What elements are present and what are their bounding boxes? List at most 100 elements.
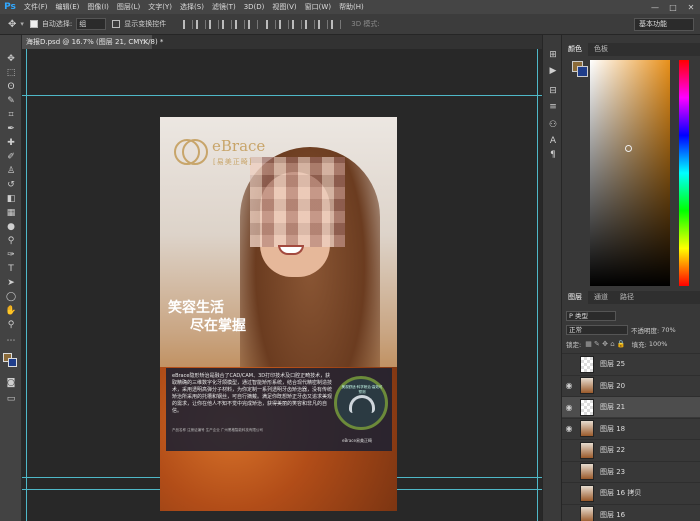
- align-top-icon[interactable]: [183, 19, 194, 29]
- show-transform-checkbox[interactable]: [112, 20, 121, 28]
- align-right-icon[interactable]: [248, 19, 259, 29]
- menu-edit[interactable]: 编辑(E): [52, 2, 84, 12]
- layer-name[interactable]: 图层 16: [600, 510, 625, 520]
- hand-tool-icon[interactable]: ✋: [5, 305, 17, 316]
- layer-name[interactable]: 图层 22: [600, 445, 625, 455]
- more-tools-icon[interactable]: ⋯: [5, 335, 17, 346]
- distribute-hcenter-icon[interactable]: [318, 19, 329, 29]
- menu-file[interactable]: 文件(F): [20, 2, 52, 12]
- layer-row[interactable]: 图层 16 拷贝: [562, 482, 700, 503]
- distribute-right-icon[interactable]: [331, 19, 342, 29]
- menu-help[interactable]: 帮助(H): [335, 2, 368, 12]
- color-picker-field[interactable]: [590, 60, 670, 286]
- character-icon[interactable]: A: [547, 135, 559, 147]
- tab-close-icon[interactable]: ×: [142, 35, 148, 49]
- fill-value[interactable]: 100%: [649, 340, 668, 348]
- hue-slider[interactable]: [679, 60, 689, 286]
- distribute-bottom-icon[interactable]: [292, 19, 303, 29]
- menu-view[interactable]: 视图(V): [268, 2, 300, 12]
- align-left-icon[interactable]: [222, 19, 233, 29]
- layer-row[interactable]: 图层 16: [562, 503, 700, 521]
- marquee-tool-icon[interactable]: ⬚: [5, 67, 17, 78]
- menu-select[interactable]: 选择(S): [176, 2, 208, 12]
- tab-paths[interactable]: 路径: [614, 291, 640, 304]
- screen-mode-icon[interactable]: ▭: [5, 393, 17, 404]
- actions-play-icon[interactable]: ▶: [547, 65, 559, 77]
- pen-tool-icon[interactable]: ✑: [5, 249, 17, 260]
- layer-name[interactable]: 图层 20: [600, 381, 625, 391]
- visibility-eye-icon[interactable]: ◉: [562, 424, 576, 433]
- align-vertical-center-icon[interactable]: [196, 19, 207, 29]
- eraser-tool-icon[interactable]: ◧: [5, 193, 17, 204]
- background-color-swatch[interactable]: [577, 66, 588, 77]
- tool-preset-dropdown-icon[interactable]: ▾: [20, 20, 24, 28]
- gradient-tool-icon[interactable]: ▦: [5, 207, 17, 218]
- layer-row[interactable]: ◉ 图层 20: [562, 374, 700, 396]
- document-tab[interactable]: 海报D.psd @ 16.7% (图层 21, CMYK/8) * ×: [22, 35, 163, 49]
- tab-layers[interactable]: 图层: [562, 291, 588, 304]
- zoom-tool-icon[interactable]: ⚲: [5, 319, 17, 330]
- menu-image[interactable]: 图像(I): [83, 2, 113, 12]
- layer-row[interactable]: 图层 23: [562, 460, 700, 482]
- align-horizontal-center-icon[interactable]: [235, 19, 246, 29]
- blur-tool-icon[interactable]: ●: [5, 221, 17, 232]
- color-picker-cursor[interactable]: [625, 145, 632, 152]
- distribute-left-icon[interactable]: [305, 19, 316, 29]
- layer-name[interactable]: 图层 18: [600, 424, 625, 434]
- quick-select-tool-icon[interactable]: ✎: [5, 95, 17, 106]
- visibility-eye-icon[interactable]: ◉: [562, 403, 576, 412]
- lock-icons[interactable]: ▦ ✎ ✥ ⌂ 🔒: [585, 340, 625, 348]
- crop-tool-icon[interactable]: ⌗: [5, 109, 17, 120]
- menu-type[interactable]: 文字(Y): [144, 2, 176, 12]
- clone-stamp-tool-icon[interactable]: ♙: [5, 165, 17, 176]
- layer-name[interactable]: 图层 25: [600, 359, 625, 369]
- close-window-button[interactable]: ✕: [682, 0, 700, 14]
- history-icon[interactable]: ⊞: [547, 49, 559, 61]
- blend-mode-select[interactable]: 正常: [566, 324, 628, 335]
- quick-mask-icon[interactable]: ◙: [5, 377, 17, 388]
- distribute-center-icon[interactable]: [279, 19, 290, 29]
- adjustments-icon[interactable]: ⊟: [547, 85, 559, 97]
- tab-channels[interactable]: 通道: [588, 291, 614, 304]
- opacity-value[interactable]: 70%: [661, 326, 675, 334]
- menu-3d[interactable]: 3D(D): [240, 3, 269, 11]
- properties-icon[interactable]: ≡: [547, 101, 559, 113]
- layer-name[interactable]: 图层 23: [600, 467, 625, 477]
- align-bottom-icon[interactable]: [209, 19, 220, 29]
- maximize-button[interactable]: □: [664, 0, 682, 14]
- layer-row[interactable]: 图层 25: [562, 353, 700, 374]
- poster-canvas[interactable]: eBrace [易美正畸] 笑容生活 尽在掌握 eBrace隐形矫治是融合了CA…: [160, 117, 397, 511]
- layer-row[interactable]: ◉ 图层 18: [562, 417, 700, 439]
- menu-layer[interactable]: 图层(L): [113, 2, 144, 12]
- workspace-dropdown[interactable]: 基本功能: [634, 18, 694, 31]
- move-tool-icon[interactable]: ✥: [8, 19, 16, 30]
- lasso-tool-icon[interactable]: ʘ: [5, 81, 17, 92]
- layer-kind-filter[interactable]: P 类型: [566, 310, 616, 321]
- move-tool-icon[interactable]: ✥: [5, 53, 17, 64]
- layer-row[interactable]: 图层 22: [562, 439, 700, 460]
- auto-select-checkbox[interactable]: [29, 20, 38, 28]
- minimize-button[interactable]: —: [646, 0, 664, 14]
- menu-window[interactable]: 窗口(W): [301, 2, 335, 12]
- healing-brush-tool-icon[interactable]: ✚: [5, 137, 17, 148]
- brush-tool-icon[interactable]: ✐: [5, 151, 17, 162]
- history-brush-tool-icon[interactable]: ↺: [5, 179, 17, 190]
- tab-color[interactable]: 颜色: [562, 43, 588, 56]
- libraries-icon[interactable]: ⚇: [547, 119, 559, 131]
- layer-name[interactable]: 图层 16 拷贝: [600, 488, 641, 498]
- type-tool-icon[interactable]: T: [5, 263, 17, 274]
- tab-swatches[interactable]: 色板: [588, 43, 614, 56]
- visibility-eye-icon[interactable]: ◉: [562, 381, 576, 390]
- menu-filter[interactable]: 滤镜(T): [208, 2, 240, 12]
- background-color-swatch[interactable]: [8, 358, 17, 367]
- dodge-tool-icon[interactable]: ⚲: [5, 235, 17, 246]
- auto-select-dropdown[interactable]: 组: [76, 18, 107, 30]
- layer-name[interactable]: 图层 21: [600, 402, 625, 412]
- paragraph-icon[interactable]: ¶: [547, 149, 559, 161]
- canvas-area[interactable]: eBrace [易美正畸] 笑容生活 尽在掌握 eBrace隐形矫治是融合了CA…: [22, 49, 542, 521]
- layer-row[interactable]: ◉ 图层 21: [562, 396, 700, 417]
- eyedropper-tool-icon[interactable]: ✒: [5, 123, 17, 134]
- distribute-top-icon[interactable]: [266, 19, 277, 29]
- path-selection-tool-icon[interactable]: ➤: [5, 277, 17, 288]
- shape-tool-icon[interactable]: ◯: [5, 291, 17, 302]
